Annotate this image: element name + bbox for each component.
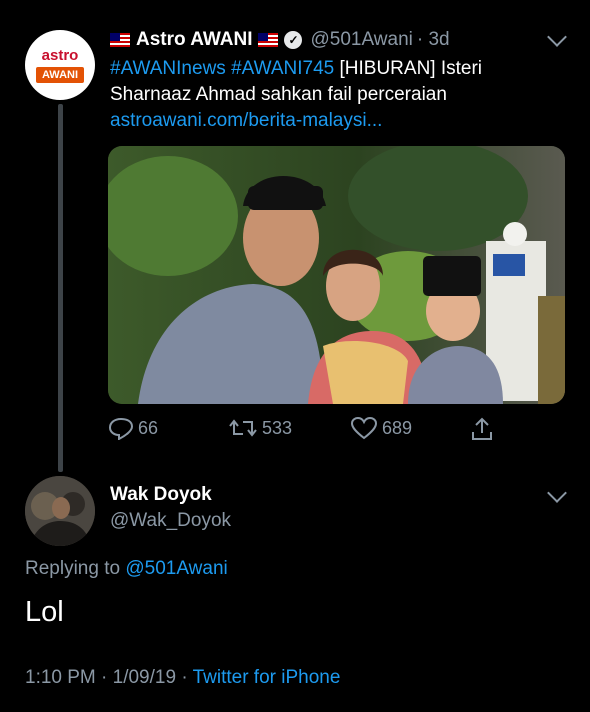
source-link[interactable]: Twitter for iPhone [193, 667, 341, 688]
retweet-count: 533 [262, 417, 293, 438]
share-icon [472, 417, 492, 440]
reply-icon [108, 417, 134, 440]
handle[interactable]: @Wak_Doyok [110, 510, 231, 532]
tweet-actions: 66 533 689 [108, 416, 508, 444]
reply-button[interactable]: 66 [108, 416, 158, 440]
handle[interactable]: @501Awani [310, 29, 412, 51]
avatar[interactable]: astro AWANI [25, 30, 95, 100]
tweet-photo[interactable] [108, 146, 565, 404]
avatar-logo-bottom: AWANI [35, 66, 85, 83]
display-name[interactable]: Wak Doyok [110, 484, 212, 506]
flag-icon [258, 33, 279, 47]
like-count: 689 [382, 417, 413, 438]
chevron-down-icon[interactable] [547, 27, 567, 47]
replying-label: Replying to [25, 558, 126, 579]
photo-illustration [108, 146, 565, 404]
timestamp: 1:10 PM · 1/09/19 · [25, 667, 193, 688]
like-button[interactable]: 689 [350, 416, 412, 440]
tweet-text: #AWANInews #AWANI745 [HIBURAN] Isteri Sh… [110, 56, 550, 134]
avatar-logo-top: astro [41, 46, 79, 64]
thread-connector [58, 104, 63, 472]
tweet-header: Astro AWANI ✓ @501Awani · 3d [110, 29, 450, 51]
timestamp[interactable]: · 3d [417, 29, 450, 51]
replying-to: Replying to @501Awani [25, 558, 228, 580]
replying-mention[interactable]: @501Awani [125, 558, 227, 579]
chevron-down-icon[interactable] [547, 483, 567, 503]
hashtag[interactable]: #AWANInews [110, 58, 226, 79]
reply-count: 66 [138, 417, 159, 438]
retweet-button[interactable]: 533 [228, 416, 292, 440]
tweet-text: Lol [25, 596, 64, 628]
avatar[interactable] [25, 476, 95, 546]
like-icon [350, 416, 378, 440]
flag-icon [110, 33, 130, 47]
hashtag[interactable]: #AWANI745 [231, 58, 334, 79]
tweet-meta: 1:10 PM · 1/09/19 · Twitter for iPhone [25, 667, 340, 689]
share-button[interactable] [470, 416, 498, 442]
verified-icon: ✓ [284, 31, 303, 49]
avatar-photo [25, 476, 95, 546]
retweet-icon [229, 419, 257, 437]
article-link[interactable]: astroawani.com/berita-malaysi... [110, 108, 550, 134]
display-name[interactable]: Astro AWANI [136, 29, 252, 51]
